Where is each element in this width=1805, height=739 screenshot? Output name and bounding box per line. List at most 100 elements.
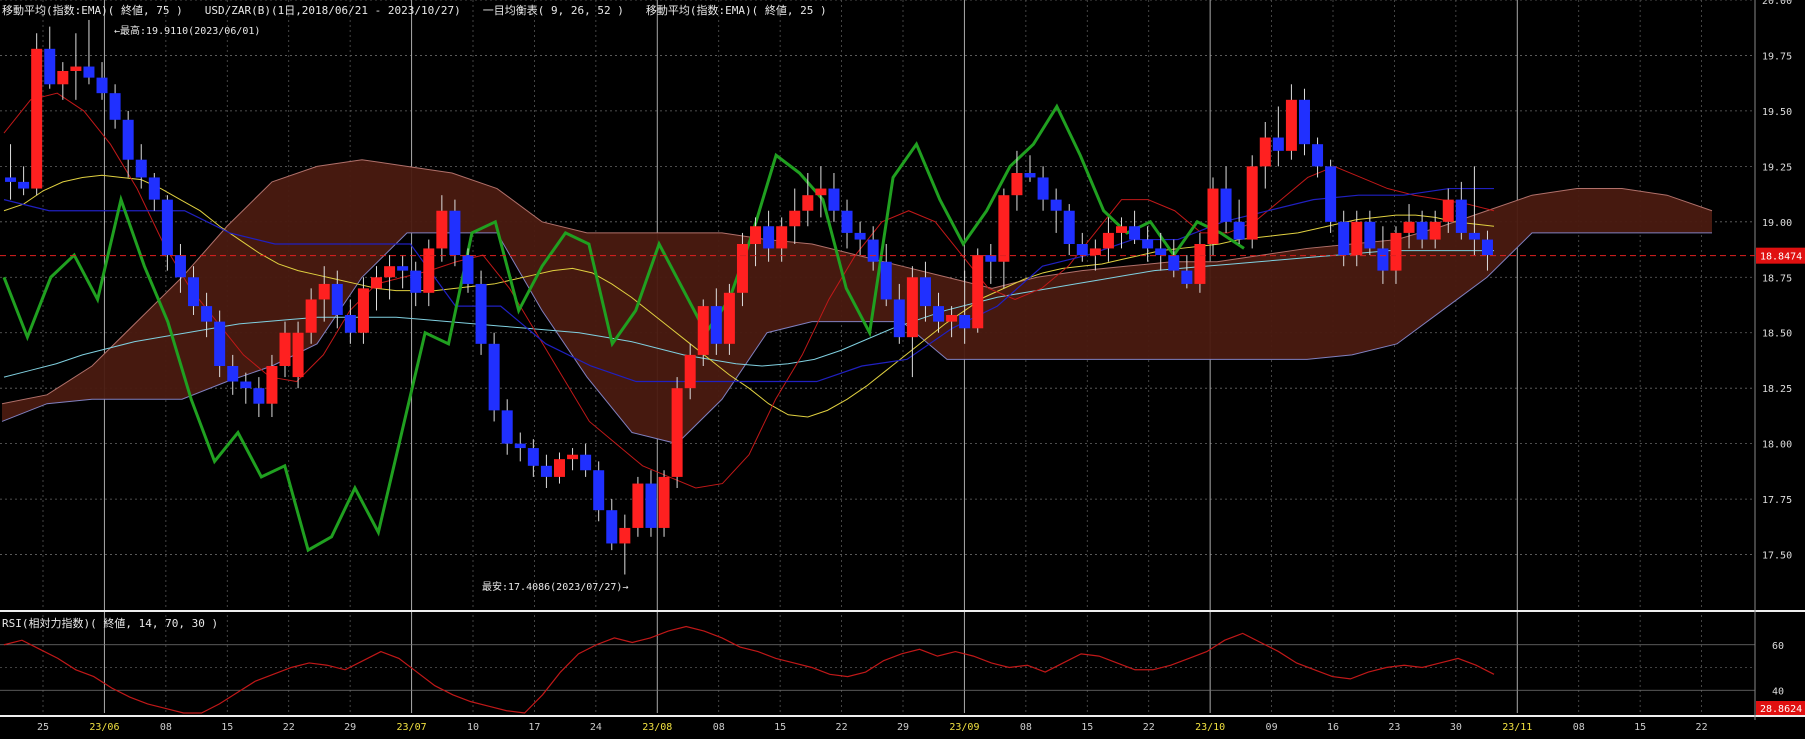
x-tick-label: 15	[221, 722, 233, 733]
candle-body	[135, 159, 147, 178]
chart-header: 移動平均(指数:EMA)( 終値, 75 ) USD/ZAR(B)(1日,2018…	[2, 2, 849, 18]
candle-body	[488, 343, 500, 411]
price-tick-label: 18.25	[1762, 384, 1792, 395]
kumo-segment	[1127, 261, 1172, 360]
candle-body	[31, 48, 43, 189]
low-annotation: 最安:17.4086(2023/07/27)→	[482, 582, 629, 593]
candle-body	[593, 470, 605, 511]
x-tick-label: 08	[1573, 722, 1585, 733]
candle-body	[946, 314, 958, 322]
candle-body	[1468, 232, 1480, 240]
candle-body	[292, 332, 304, 378]
candle-body	[1298, 99, 1310, 145]
candle-body	[279, 332, 291, 366]
x-tick-label: 22	[1696, 722, 1708, 733]
kumo-segment	[1667, 195, 1712, 233]
x-tick-label: 08	[1020, 722, 1032, 733]
candle-body	[436, 210, 448, 249]
candle-body	[266, 366, 278, 404]
current-rsi-value: 28.8624	[1760, 704, 1802, 715]
candle-body	[475, 283, 487, 344]
candle-body	[227, 366, 239, 382]
candle-body	[1063, 210, 1075, 244]
candle-body	[750, 226, 762, 244]
kumo-segment	[767, 239, 812, 333]
kumo-segment	[1622, 188, 1667, 233]
candle-body	[18, 181, 30, 189]
x-tick-label: 30	[1450, 722, 1462, 733]
candle-body	[1403, 221, 1415, 233]
candle-body	[1181, 270, 1193, 284]
x-tick-label: 10	[467, 722, 479, 733]
kumo-segment	[227, 181, 272, 382]
candle-body	[1481, 239, 1493, 256]
x-tick-label: 22	[283, 722, 295, 733]
candle-body	[1233, 221, 1245, 240]
rsi-tick-label: 60	[1772, 641, 1784, 652]
candle-body	[501, 410, 513, 444]
candle-body	[397, 266, 409, 271]
kumo-segment	[1577, 188, 1622, 233]
candle-body	[1116, 226, 1127, 233]
candle-body	[331, 283, 343, 315]
candle-body	[514, 443, 526, 449]
kumo-segment	[47, 366, 92, 404]
x-tick-label: 16	[1327, 722, 1339, 733]
current-price-value: 18.8474	[1760, 252, 1802, 263]
candle-body	[867, 239, 879, 262]
candle-body	[815, 188, 827, 196]
x-tick-label: 15	[1634, 722, 1646, 733]
candle-body	[540, 465, 552, 477]
candle-body	[462, 255, 474, 284]
candle-body	[1364, 221, 1376, 249]
candle-body	[697, 306, 709, 355]
candle-body	[789, 210, 801, 227]
candle-body	[384, 266, 396, 278]
candle-body	[1325, 166, 1337, 222]
kumo-segment	[1487, 195, 1532, 278]
price-tick-label: 18.00	[1762, 440, 1792, 451]
x-tick-label: 22	[1143, 722, 1155, 733]
x-tick-label: 08	[713, 722, 725, 733]
kumo-segment	[92, 321, 137, 400]
x-tick-label: 25	[37, 722, 49, 733]
ema25-label: 移動平均(指数:EMA)( 終値, 25 )	[645, 4, 827, 17]
candle-body	[1011, 173, 1023, 196]
kumo-segment	[137, 277, 182, 400]
candle-body	[671, 388, 683, 477]
candle-body	[83, 66, 95, 78]
candle-body	[423, 248, 435, 293]
high-annotation: ←最高:19.9110(2023/06/01)	[114, 26, 261, 37]
candle-body	[736, 244, 748, 293]
x-tick-label: 29	[344, 722, 356, 733]
candle-body	[567, 454, 579, 460]
candle-body	[658, 476, 670, 528]
candle-body	[1076, 244, 1088, 256]
candle-body	[841, 210, 853, 233]
price-tick-label: 18.75	[1762, 273, 1792, 284]
candle-body	[1285, 99, 1297, 151]
candle-body	[1259, 137, 1271, 167]
candle-body	[723, 292, 735, 344]
candle-body	[619, 527, 631, 544]
kumo-segment	[1217, 255, 1262, 360]
x-tick-label: 29	[897, 722, 909, 733]
candle-body	[1207, 188, 1219, 244]
candle-body	[1102, 232, 1114, 249]
rsi-tick-label: 40	[1772, 686, 1784, 697]
x-tick-label: 23/08	[642, 722, 672, 733]
candle-body	[802, 195, 814, 211]
candle-body	[893, 299, 905, 338]
candle-body	[1246, 166, 1258, 240]
x-tick-label: 23/11	[1502, 722, 1532, 733]
kumo-segment	[1352, 239, 1397, 355]
candle-body	[5, 177, 17, 182]
x-tick-label: 08	[160, 722, 172, 733]
candle-body	[214, 321, 226, 366]
candle-body	[240, 381, 252, 389]
candle-body	[449, 210, 461, 256]
candle-body	[70, 66, 82, 71]
kumo-segment	[1262, 248, 1307, 360]
candle-body	[410, 270, 422, 293]
x-tick-label: 23/07	[397, 722, 427, 733]
